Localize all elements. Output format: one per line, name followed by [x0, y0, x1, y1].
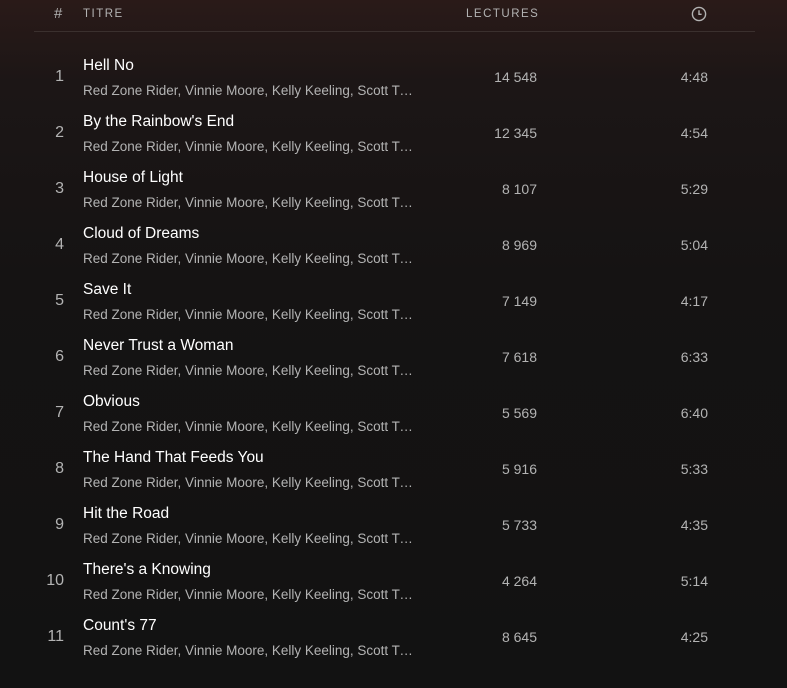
track-artists[interactable]: Red Zone Rider, Vinnie Moore, Kelly Keel… [83, 307, 413, 322]
track-duration: 4:17 [680, 293, 708, 309]
track-duration: 6:33 [680, 349, 708, 365]
track-plays: 5 569 [501, 405, 537, 421]
track-duration: 5:14 [680, 573, 708, 589]
track-title[interactable]: Never Trust a Woman [83, 337, 233, 355]
track-plays: 5 916 [501, 461, 537, 477]
track-number: 9 [55, 516, 64, 533]
track-duration: 4:35 [680, 517, 708, 533]
track-plays: 5 733 [501, 517, 537, 533]
track-duration: 4:48 [680, 69, 708, 85]
track-number: 11 [47, 628, 64, 645]
track-title[interactable]: Obvious [83, 393, 140, 411]
track-number: 7 [55, 404, 64, 421]
track-row[interactable]: 10 There's a Knowing Red Zone Rider, Vinni… [34, 552, 755, 608]
track-title[interactable]: Hit the Road [83, 505, 169, 523]
column-number-header: # [54, 5, 63, 22]
track-row[interactable]: 6 Never Trust a Woman Red Zone Rider, Vinn… [34, 328, 755, 384]
track-plays: 7 149 [501, 293, 537, 309]
track-list: 1 Hell No Red Zone Rider, Vinnie Moore, Ke… [34, 48, 755, 664]
track-row[interactable]: 3 House of Light Red Zone Rider, Vinnie Mo… [34, 160, 755, 216]
track-duration: 4:54 [680, 125, 708, 141]
track-duration: 4:25 [680, 629, 708, 645]
track-title[interactable]: Hell No [83, 57, 134, 75]
track-artists[interactable]: Red Zone Rider, Vinnie Moore, Kelly Keel… [83, 195, 413, 210]
track-plays: 7 618 [501, 349, 537, 365]
track-artists[interactable]: Red Zone Rider, Vinnie Moore, Kelly Keel… [83, 251, 413, 266]
clock-icon[interactable] [691, 6, 707, 22]
track-row[interactable]: 4 Cloud of Dreams Red Zone Rider, Vinnie M… [34, 216, 755, 272]
track-number: 1 [55, 68, 64, 85]
track-duration: 5:29 [680, 181, 708, 197]
track-duration: 6:40 [680, 405, 708, 421]
column-title-header[interactable]: TITRE [83, 8, 124, 20]
track-title[interactable]: By the Rainbow's End [83, 113, 234, 131]
track-duration: 5:33 [680, 461, 708, 477]
track-plays: 12 345 [494, 125, 537, 141]
track-plays: 8 645 [501, 629, 537, 645]
track-number: 2 [55, 124, 64, 141]
track-plays: 4 264 [501, 573, 537, 589]
track-artists[interactable]: Red Zone Rider, Vinnie Moore, Kelly Keel… [83, 475, 413, 490]
column-plays-header[interactable]: LECTURES [466, 8, 539, 20]
track-row[interactable]: 9 Hit the Road Red Zone Rider, Vinnie Moor… [34, 496, 755, 552]
track-number: 10 [46, 572, 64, 589]
track-row[interactable]: 1 Hell No Red Zone Rider, Vinnie Moore, Ke… [34, 48, 755, 104]
track-title[interactable]: Count's 77 [83, 617, 157, 635]
track-artists[interactable]: Red Zone Rider, Vinnie Moore, Kelly Keel… [83, 139, 413, 154]
track-plays: 14 548 [494, 69, 537, 85]
track-duration: 5:04 [680, 237, 708, 253]
track-title[interactable]: House of Light [83, 169, 183, 187]
track-row[interactable]: 8 The Hand That Feeds You Red Zone Rider, … [34, 440, 755, 496]
track-number: 3 [55, 180, 64, 197]
track-artists[interactable]: Red Zone Rider, Vinnie Moore, Kelly Keel… [83, 587, 413, 602]
track-row[interactable]: 11 Count's 77 Red Zone Rider, Vinnie Moore… [34, 608, 755, 664]
tracklist-header: # TITRE LECTURES [34, 0, 755, 32]
track-row[interactable]: 5 Save It Red Zone Rider, Vinnie Moore, Ke… [34, 272, 755, 328]
track-artists[interactable]: Red Zone Rider, Vinnie Moore, Kelly Keel… [83, 643, 413, 658]
track-number: 5 [55, 292, 64, 309]
track-title[interactable]: Save It [83, 281, 131, 299]
track-title[interactable]: Cloud of Dreams [83, 225, 199, 243]
track-number: 4 [55, 236, 64, 253]
track-artists[interactable]: Red Zone Rider, Vinnie Moore, Kelly Keel… [83, 363, 413, 378]
track-row[interactable]: 2 By the Rainbow's End Red Zone Rider, Vin… [34, 104, 755, 160]
track-title[interactable]: The Hand That Feeds You [83, 449, 264, 467]
track-title[interactable]: There's a Knowing [83, 561, 211, 579]
track-plays: 8 969 [501, 237, 537, 253]
track-number: 6 [55, 348, 64, 365]
track-plays: 8 107 [501, 181, 537, 197]
track-artists[interactable]: Red Zone Rider, Vinnie Moore, Kelly Keel… [83, 419, 413, 434]
track-row[interactable]: 7 Obvious Red Zone Rider, Vinnie Moore, Ke… [34, 384, 755, 440]
track-number: 8 [55, 460, 64, 477]
track-artists[interactable]: Red Zone Rider, Vinnie Moore, Kelly Keel… [83, 83, 413, 98]
track-artists[interactable]: Red Zone Rider, Vinnie Moore, Kelly Keel… [83, 531, 413, 546]
